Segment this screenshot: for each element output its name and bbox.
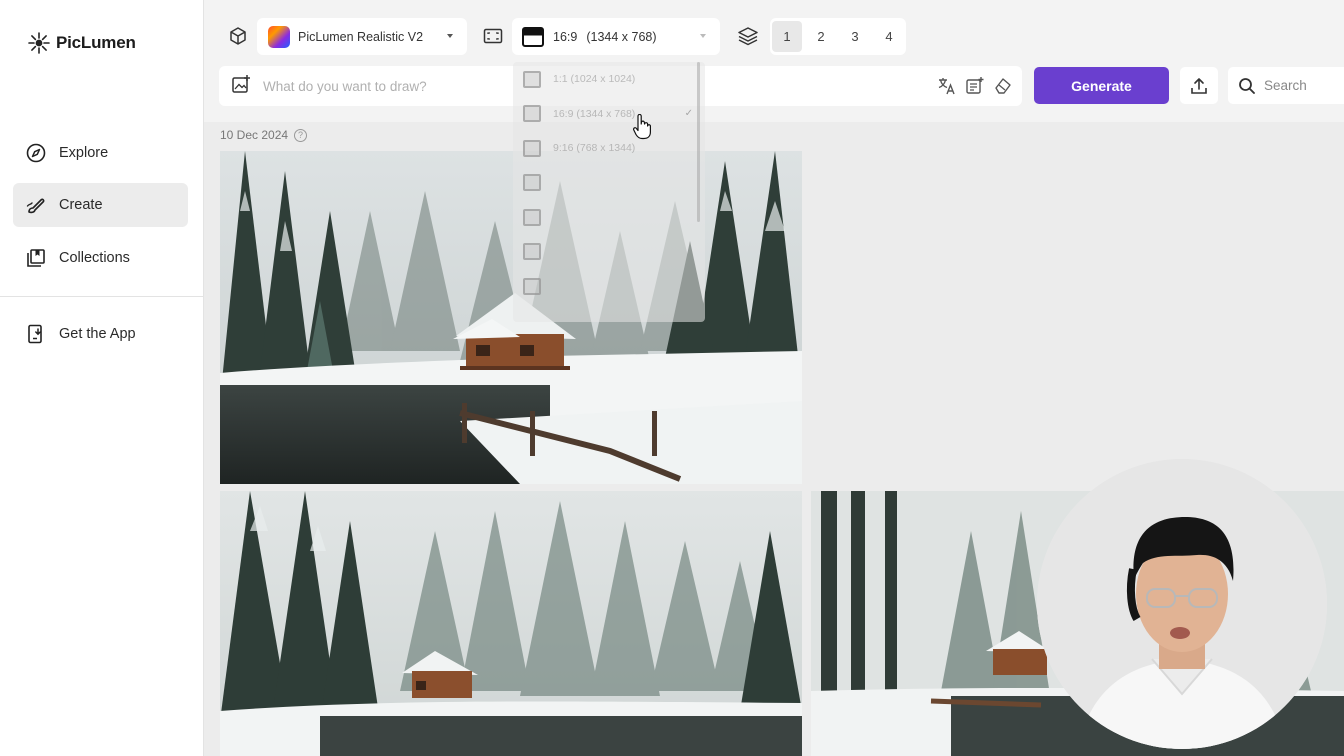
aspect-option-7[interactable] [513, 269, 705, 304]
search-icon [1239, 77, 1255, 94]
model-select[interactable]: PicLumen Realistic V2 [257, 18, 467, 55]
upload-button[interactable] [1180, 67, 1218, 104]
aspect-option-swatch [523, 277, 541, 295]
aspect-option-6[interactable] [513, 235, 705, 270]
sidebar-item-get-app[interactable]: Get the App [13, 312, 188, 356]
compass-icon [26, 143, 46, 163]
brand-name: PicLumen [56, 33, 136, 52]
aspect-option-swatch [523, 105, 541, 123]
aspect-option-4[interactable] [513, 166, 705, 201]
clear-eraser-icon[interactable] [992, 74, 1014, 98]
aspect-option-swatch [523, 70, 541, 88]
sidebar-item-explore[interactable]: Explore [13, 131, 188, 175]
aspect-option-label: 1:1 (1024 x 1024) [553, 73, 636, 86]
dropdown-scrollbar[interactable] [697, 62, 700, 222]
search-input[interactable] [1264, 78, 1344, 93]
piclumen-logo-icon [28, 32, 50, 54]
sidebar: PicLumen Explore Create Collections Get … [0, 0, 204, 756]
aspect-option-swatch [523, 174, 541, 192]
phone-download-icon [26, 324, 46, 344]
gallery-date-header: 10 Dec 2024 ? [220, 128, 308, 142]
ratio-preview-icon [522, 26, 544, 47]
generated-image-1[interactable] [220, 151, 802, 484]
aspect-option-swatch [523, 139, 541, 157]
search-box [1228, 67, 1344, 104]
upload-icon [1191, 77, 1207, 94]
sidebar-item-label: Get the App [59, 326, 136, 342]
aspect-option-16-9[interactable]: 16:9 (1344 x 768) ✓ [513, 97, 705, 132]
aspect-option-1-1[interactable]: 1:1 (1024 x 1024) [513, 62, 705, 97]
batch-count-group: 1 2 3 4 [770, 18, 906, 55]
prompt-enhance-icon[interactable] [964, 74, 986, 98]
batch-count-1[interactable]: 1 [770, 18, 804, 55]
aspect-ratio-size: (1344 x 768) [586, 29, 657, 44]
gallery-date: 10 Dec 2024 [220, 128, 289, 142]
brush-icon [26, 195, 46, 215]
chevron-down-icon [447, 34, 453, 38]
check-icon: ✓ [684, 108, 693, 120]
aspect-option-9-16[interactable]: 9:16 (768 x 1344) [513, 131, 705, 166]
hand-cursor-icon [633, 114, 651, 140]
aspect-ratio-icon[interactable] [479, 22, 507, 50]
translate-icon[interactable] [936, 74, 958, 98]
sidebar-divider [0, 296, 204, 297]
chevron-down-icon [700, 34, 706, 38]
generated-image-2[interactable] [220, 491, 802, 756]
sidebar-item-create[interactable]: Create [13, 183, 188, 227]
brand-logo[interactable]: PicLumen [28, 32, 136, 54]
model-cube-icon[interactable] [224, 22, 252, 50]
batch-count-2[interactable]: 2 [804, 18, 838, 55]
create-toolbar: PicLumen Realistic V2 16:9 (1344 x 768) … [204, 0, 1344, 122]
sidebar-item-label: Collections [59, 250, 130, 266]
layers-icon[interactable] [734, 22, 762, 50]
collections-icon [26, 248, 46, 268]
batch-count-3[interactable]: 3 [838, 18, 872, 55]
sidebar-item-label: Explore [59, 145, 109, 161]
generate-button[interactable]: Generate [1034, 67, 1169, 104]
sidebar-item-collections[interactable]: Collections [13, 236, 188, 280]
model-thumbnail [268, 25, 290, 48]
aspect-option-swatch [523, 243, 541, 261]
model-label: PicLumen Realistic V2 [298, 29, 424, 44]
sidebar-item-label: Create [59, 197, 103, 213]
aspect-option-label: 9:16 (768 x 1344) [553, 142, 636, 155]
aspect-option-5[interactable] [513, 200, 705, 235]
aspect-ratio-select[interactable]: 16:9 (1344 x 768) [512, 18, 720, 55]
webcam-overlay [1037, 459, 1327, 749]
aspect-option-label: 16:9 (1344 x 768) [553, 107, 636, 120]
image-prompt-icon[interactable] [231, 74, 251, 99]
aspect-ratio-dropdown: 1:1 (1024 x 1024) 16:9 (1344 x 768) ✓ 9:… [513, 62, 705, 322]
batch-count-4[interactable]: 4 [872, 18, 906, 55]
aspect-option-swatch [523, 208, 541, 226]
aspect-ratio-value: 16:9 [553, 29, 578, 44]
help-icon[interactable]: ? [294, 128, 308, 142]
